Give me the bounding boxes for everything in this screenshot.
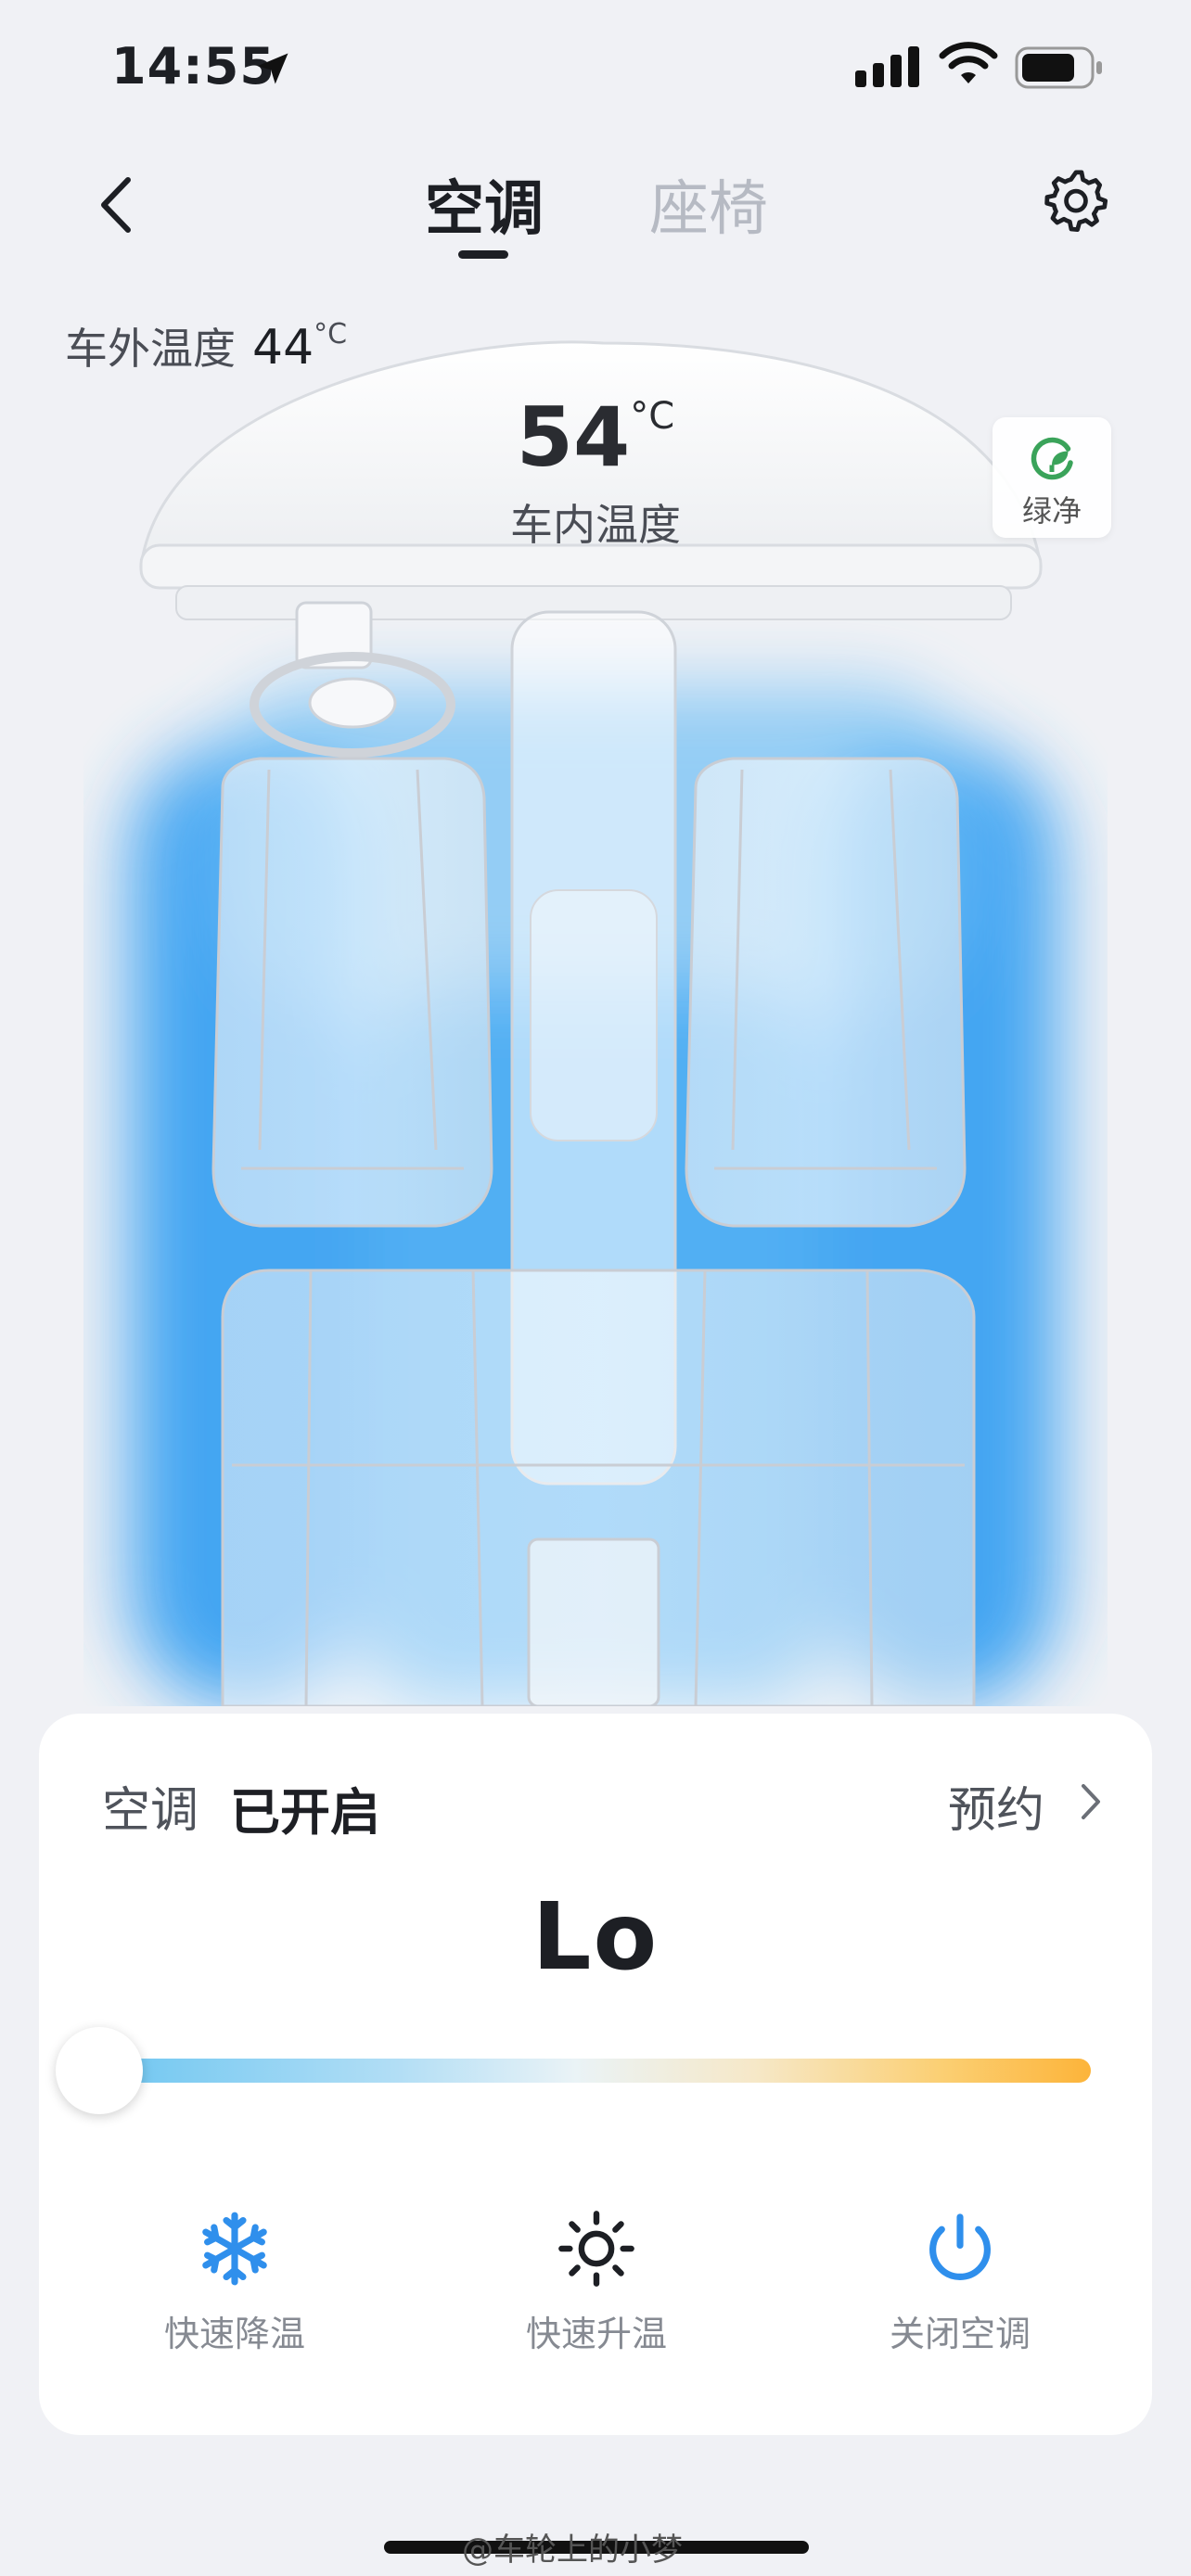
back-chevron-icon[interactable] <box>89 172 145 237</box>
turn-off-ac-label: 关闭空调 <box>889 2314 1031 2354</box>
active-tab-indicator <box>458 250 508 259</box>
snowflake-icon <box>202 2212 267 2286</box>
location-arrow-icon <box>257 53 288 84</box>
tab-air-conditioning[interactable]: 空调 <box>425 161 544 247</box>
green-clean-label: 绿净 <box>1021 493 1082 529</box>
schedule-link[interactable]: 预约 <box>948 1771 1044 1841</box>
quick-cool-label: 快速降温 <box>163 2314 305 2354</box>
ac-status: 已开启 <box>230 1783 380 1842</box>
rear-bench-seat <box>221 1269 976 1706</box>
turn-off-ac-button[interactable]: 关闭空调 <box>821 2209 1099 2356</box>
quick-heat-label: 快速升温 <box>525 2314 667 2354</box>
temperature-slider-thumb[interactable] <box>56 2027 143 2114</box>
inside-temp-unit: °C <box>630 395 675 438</box>
chevron-right-icon[interactable] <box>1076 1779 1104 1825</box>
cellular-signal-icon <box>855 46 919 87</box>
inside-temp-number: 54 <box>516 389 631 485</box>
quick-cool-button[interactable]: 快速降温 <box>96 2209 374 2356</box>
temperature-slider-track[interactable] <box>100 2059 1091 2083</box>
gear-icon[interactable] <box>1041 165 1111 236</box>
battery-icon <box>1015 46 1102 89</box>
watermark: @车轮上的小梦 <box>462 2531 683 2569</box>
front-left-seat <box>211 757 493 1228</box>
wifi-icon <box>939 42 998 83</box>
front-right-seat <box>685 757 967 1228</box>
green-clean-button[interactable]: 绿净 <box>992 417 1111 538</box>
status-time: 14:55 <box>111 37 275 96</box>
tab-seats[interactable]: 座椅 <box>649 161 768 247</box>
sun-icon <box>558 2211 634 2287</box>
green-clean-icon <box>1031 437 1073 480</box>
power-icon <box>929 2213 991 2280</box>
temperature-setting: Lo <box>531 1882 660 1991</box>
quick-heat-button[interactable]: 快速升温 <box>457 2209 736 2356</box>
ac-label: 空调 <box>102 1783 199 1839</box>
